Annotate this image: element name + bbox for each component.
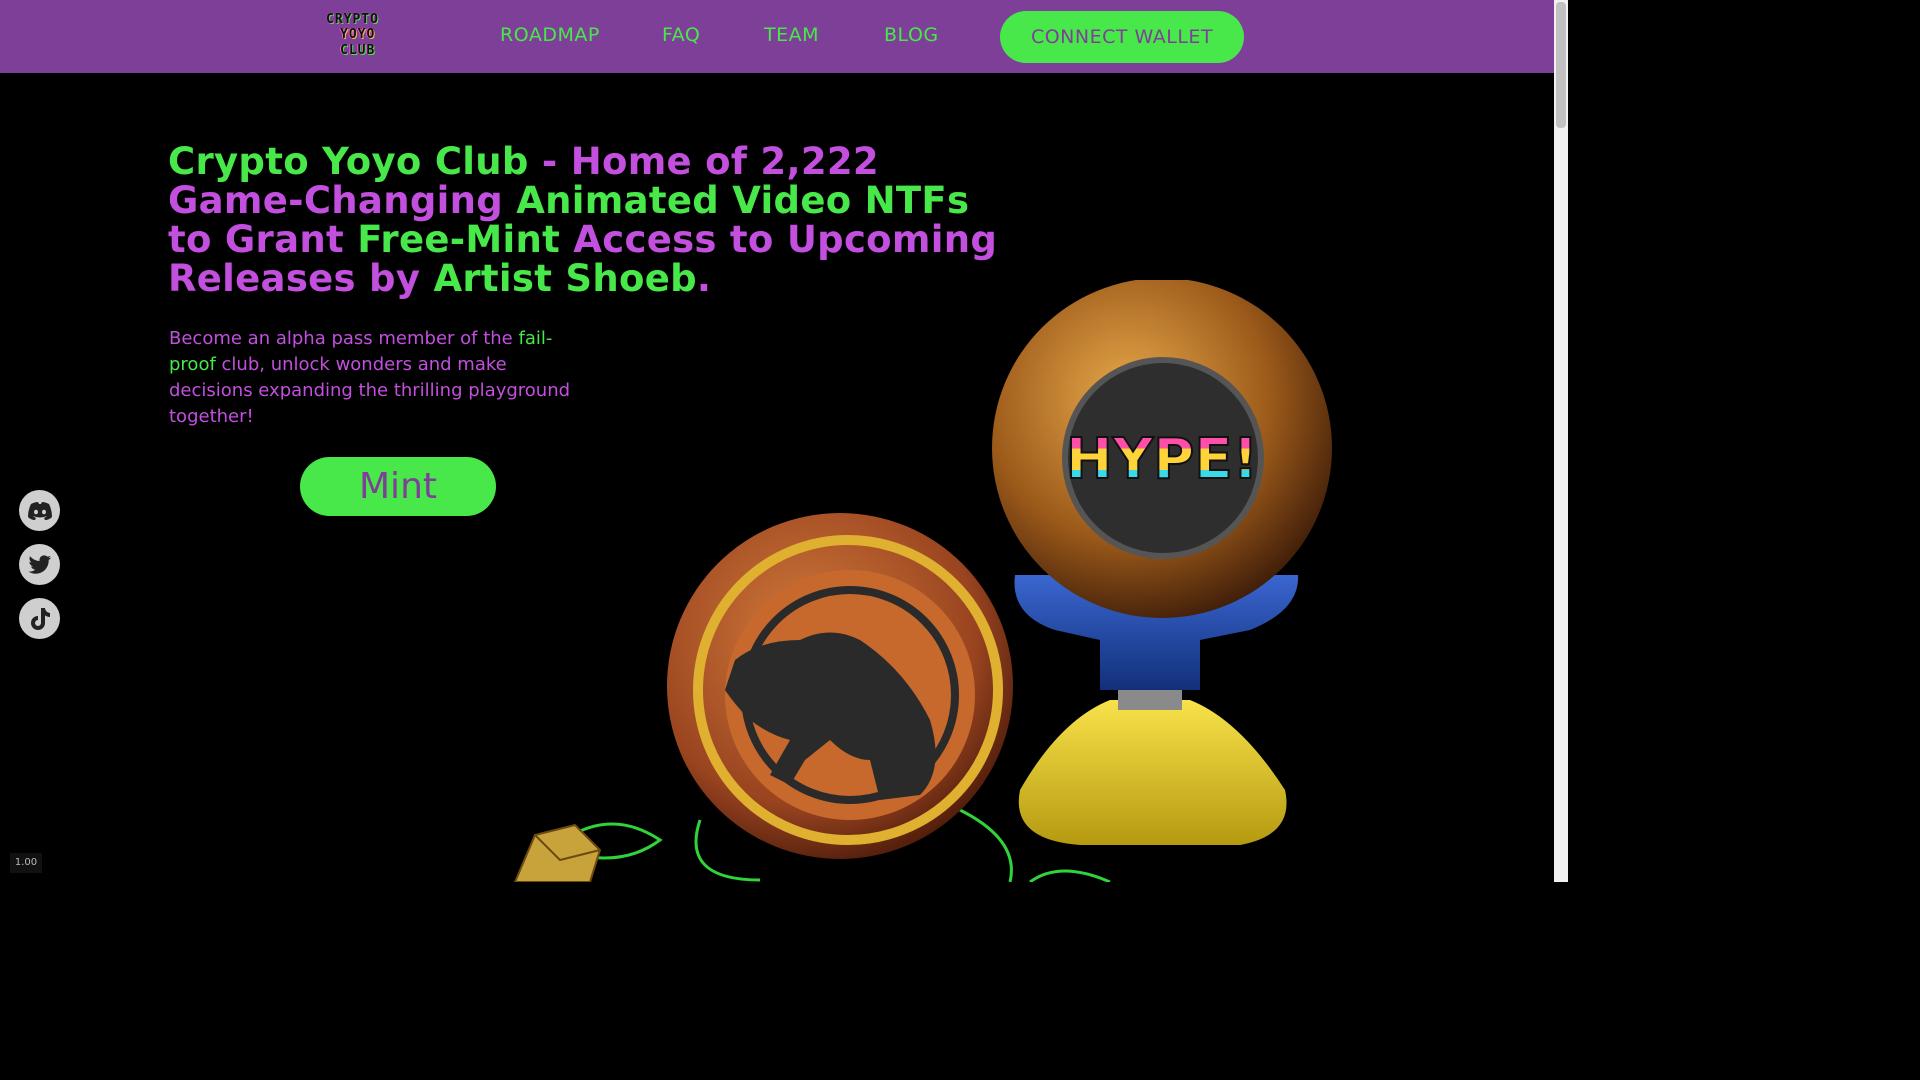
navbar: CRYPTO YOYO CLUB ROADMAP FAQ TEAM BLOG C… xyxy=(0,0,1554,73)
tiktok-link[interactable] xyxy=(19,598,60,639)
headline-part: Animated Video NTFs xyxy=(516,179,970,222)
hero-yoyo-artwork: HYPE! xyxy=(513,280,1332,882)
page: CRYPTO YOYO CLUB ROADMAP FAQ TEAM BLOG C… xyxy=(0,0,1568,882)
logo-line-2: YOYO xyxy=(340,27,376,42)
yellow-base xyxy=(1018,700,1287,845)
twitter-icon xyxy=(28,554,51,574)
nav-blog[interactable]: BLOG xyxy=(884,24,939,46)
scrollbar[interactable] xyxy=(1554,0,1568,882)
connect-wallet-button[interactable]: CONNECT WALLET xyxy=(1000,11,1244,63)
logo-line-3: CLUB xyxy=(340,43,376,58)
twitter-link[interactable] xyxy=(19,544,60,585)
logo-line-1: CRYPTO xyxy=(326,12,379,27)
discord-icon xyxy=(27,501,52,520)
zoom-badge: 1.00 xyxy=(10,853,42,873)
logo[interactable]: CRYPTO YOYO CLUB xyxy=(322,10,398,62)
hero-headline: Crypto Yoyo Club - Home of 2,222 Game-Ch… xyxy=(168,142,998,298)
intro-part: Become an alpha pass member of the xyxy=(169,328,519,349)
headline-part: Crypto Yoyo Club xyxy=(168,140,529,183)
nav-roadmap[interactable]: ROADMAP xyxy=(500,24,600,46)
tiktok-icon xyxy=(30,607,50,630)
headline-part: to Grant xyxy=(168,218,358,261)
discord-link[interactable] xyxy=(19,490,60,531)
headline-part: Free-Mint xyxy=(357,218,561,261)
nav-team[interactable]: TEAM xyxy=(764,24,819,46)
scroll-thumb[interactable] xyxy=(1556,2,1566,128)
hype-label: HYPE! xyxy=(1066,427,1258,492)
nav-faq[interactable]: FAQ xyxy=(662,24,700,46)
mint-button[interactable]: Mint xyxy=(300,457,496,516)
